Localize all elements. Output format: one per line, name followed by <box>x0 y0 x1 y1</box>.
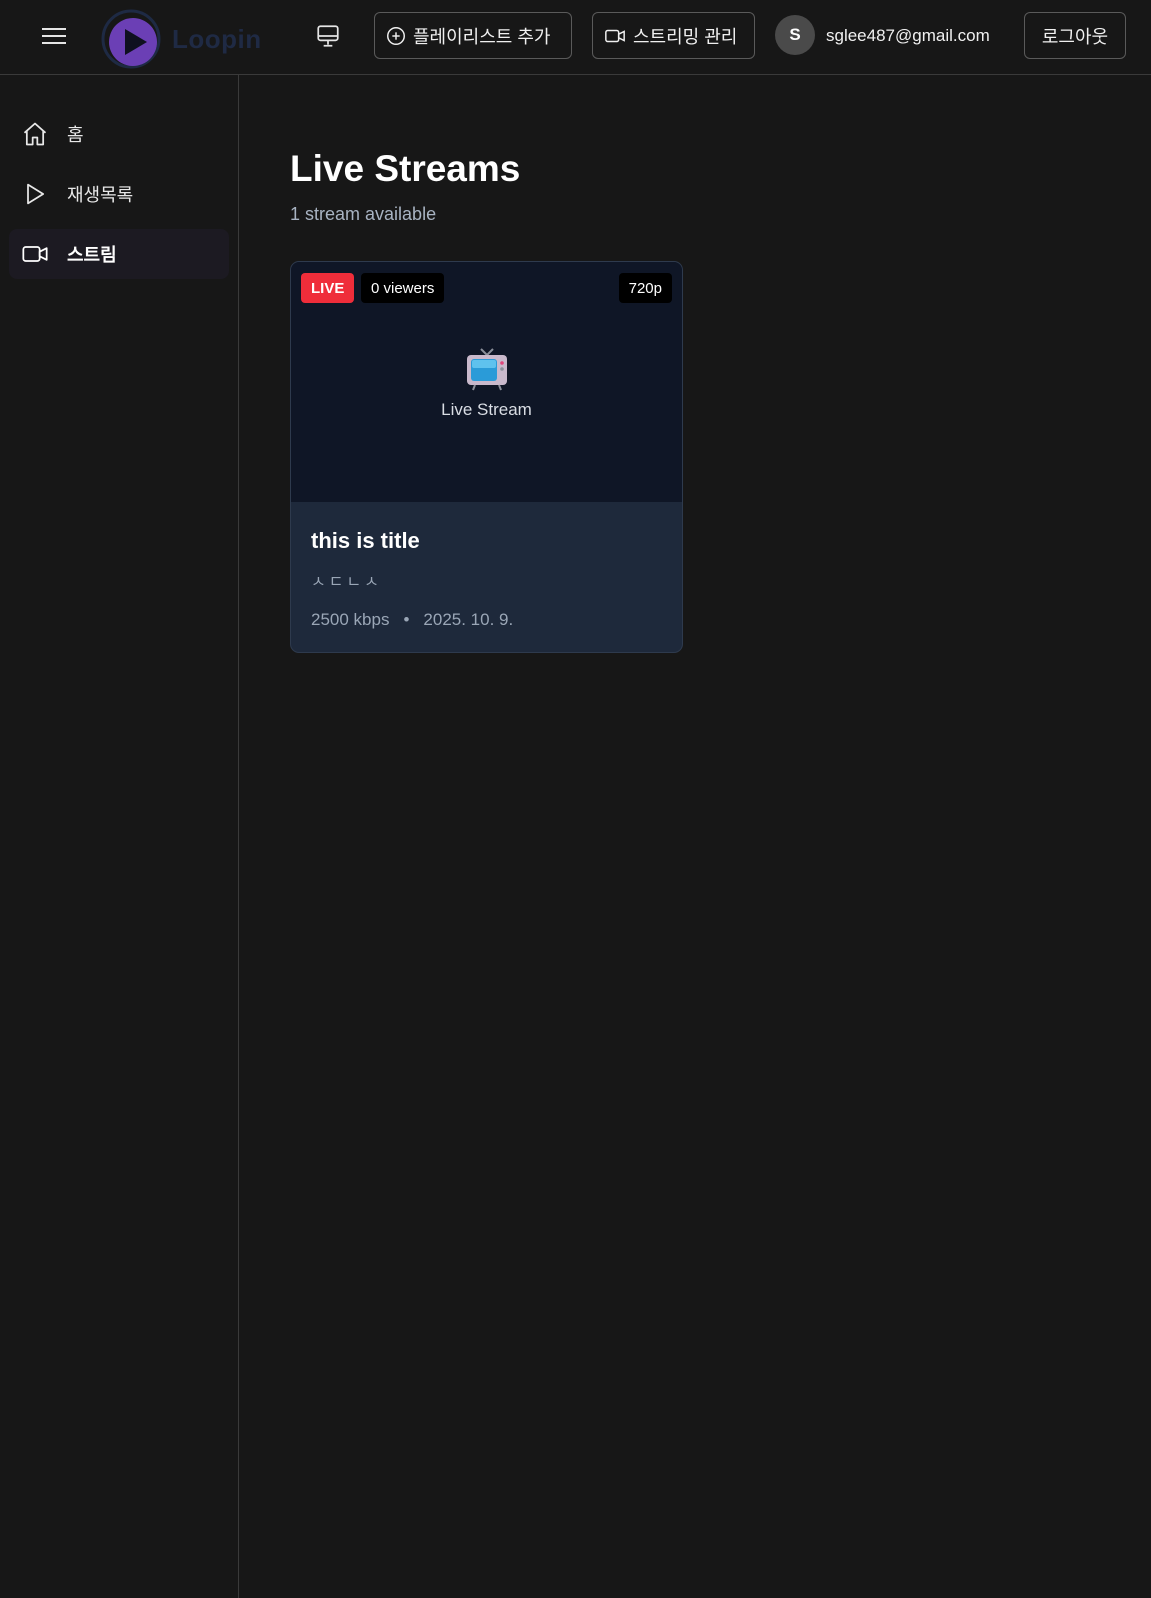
avatar[interactable]: S <box>775 15 815 55</box>
meta-separator: • <box>403 610 410 629</box>
stream-bitrate: 2500 kbps <box>311 610 390 629</box>
video-camera-icon <box>605 29 625 42</box>
logo-play-icon <box>101 9 161 69</box>
stream-card-body: this is title ㅅㄷㄴㅅ 2500 kbps • 2025. 10.… <box>291 502 682 630</box>
screen-button[interactable] <box>312 20 344 52</box>
stream-card[interactable]: LIVE 0 viewers 720p Live Stream this is … <box>290 261 683 653</box>
stream-manage-button[interactable]: 스트리밍 관리 <box>592 12 755 59</box>
sidebar-item-home[interactable]: 홈 <box>9 109 229 159</box>
monitor-icon <box>317 25 339 47</box>
logout-label: 로그아웃 <box>1041 26 1109 47</box>
sidebar-item-stream[interactable]: 스트림 <box>9 229 229 279</box>
play-icon <box>21 180 49 208</box>
stream-date: 2025. 10. 9. <box>423 610 514 629</box>
stream-meta: 2500 kbps • 2025. 10. 9. <box>311 610 662 630</box>
sidebar-item-playlist[interactable]: 재생목록 <box>9 169 229 219</box>
sidebar-item-label: 스트림 <box>67 245 117 265</box>
live-badge: LIVE <box>301 273 355 303</box>
page-subtitle: 1 stream available <box>290 204 437 224</box>
sidebar-item-label: 홈 <box>67 125 84 145</box>
top-bar: Loopin 플레이리스트 추가 스트리밍 관리 S sglee487@gmai… <box>0 0 1151 75</box>
stream-description: ㅅㄷㄴㅅ <box>311 574 382 591</box>
home-icon <box>21 120 49 148</box>
hamburger-menu-button[interactable] <box>36 18 72 54</box>
user-email: sglee487@gmail.com <box>826 26 990 45</box>
sidebar: 홈 재생목록 스트림 <box>0 75 239 1598</box>
video-camera-icon <box>21 240 49 268</box>
logout-button[interactable]: 로그아웃 <box>1024 12 1126 59</box>
page-title: Live Streams <box>290 148 521 189</box>
stream-manage-label: 스트리밍 관리 <box>633 26 738 47</box>
viewers-badge: 0 viewers <box>361 273 445 303</box>
main-content: Live Streams 1 stream available <box>290 148 520 225</box>
stream-title: this is title <box>311 528 420 553</box>
resolution-badge: 720p <box>618 273 672 303</box>
thumbnail-placeholder: Live Stream <box>291 346 682 420</box>
logo-text: Loopin <box>172 24 262 54</box>
thumbnail-label: Live Stream <box>441 400 532 419</box>
sidebar-item-label: 재생목록 <box>67 185 134 205</box>
add-playlist-label: 플레이리스트 추가 <box>413 26 551 47</box>
app-logo[interactable]: Loopin <box>98 4 261 70</box>
stream-thumbnail[interactable]: LIVE 0 viewers 720p Live Stream <box>291 262 682 502</box>
plus-circle-icon <box>387 26 405 45</box>
hamburger-icon <box>42 28 66 44</box>
tv-icon <box>466 348 507 391</box>
add-playlist-button[interactable]: 플레이리스트 추가 <box>374 12 572 59</box>
